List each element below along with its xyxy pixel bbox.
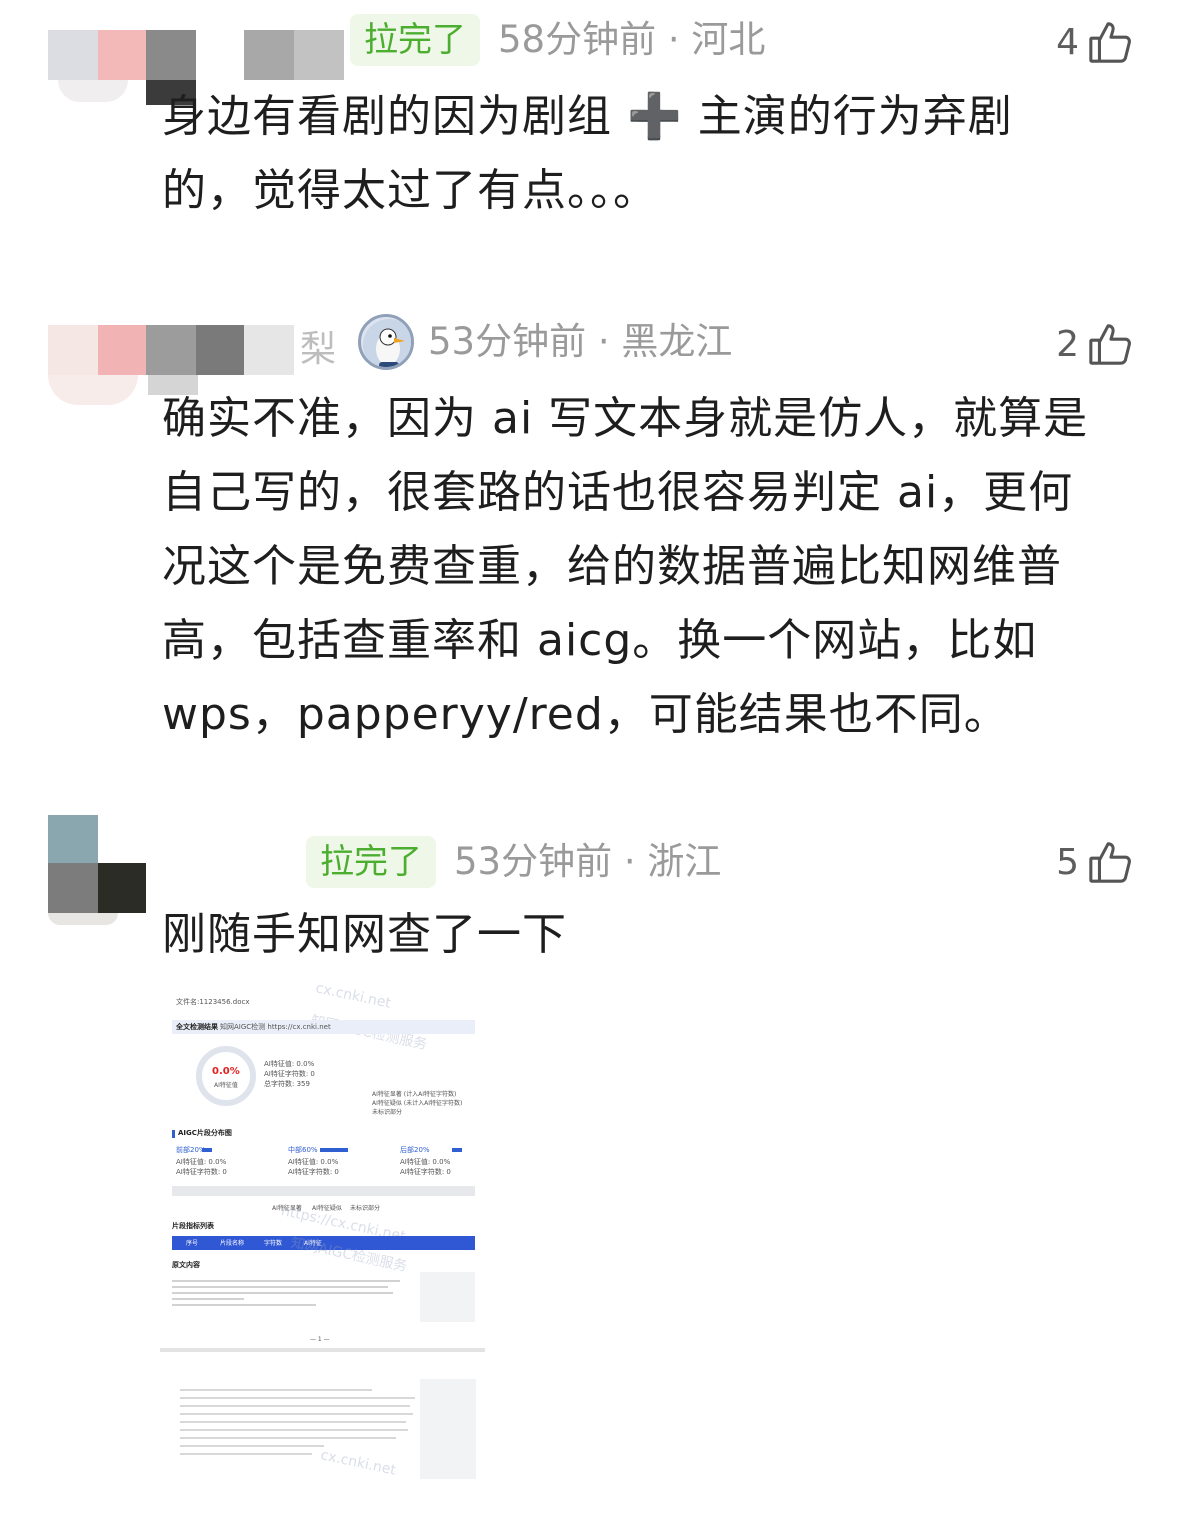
comment-time: 53分钟前 · 浙江: [454, 840, 722, 883]
comment-time: 53分钟前 · 黑龙江: [428, 320, 733, 363]
comment-meta: 53分钟前 · 黑龙江: [428, 312, 732, 372]
like-button[interactable]: 4: [1056, 12, 1133, 72]
like-count: 4: [1056, 21, 1079, 63]
comment-1: 拉完了 58分钟前 · 河北 4 身边有看剧的因为剧组 ➕ 主演的行为弃剧 的，…: [0, 0, 1179, 260]
like-count: 2: [1056, 323, 1079, 365]
like-button[interactable]: 2: [1056, 314, 1133, 374]
thumb-up-icon: [1089, 22, 1131, 63]
comment-2: 梨 53分钟前 · 黑龙江 2 确实不准，因为 ai 写文本身就是仿人，就算是 …: [0, 300, 1179, 780]
user-tag: 拉完了: [350, 14, 480, 66]
comment-time: 58分钟前 · 河北: [498, 18, 766, 61]
user-name-fragment[interactable]: 梨: [300, 320, 336, 372]
report-image[interactable]: 文件名:1123456.docx cx.cnki.net 知网AIGC检测服务 …: [160, 980, 485, 1352]
comment-text: 刚随手知网查了一下: [162, 909, 567, 960]
report-section-title: 全文检测结果: [176, 1023, 218, 1031]
report-image-page2[interactable]: cx.cnki.net: [160, 1375, 485, 1485]
comment-meta: 拉完了 58分钟前 · 河北: [350, 10, 765, 70]
comment-meta: 拉完了 53分钟前 · 浙江: [306, 832, 721, 892]
badge-icon: [358, 314, 414, 370]
thumb-up-icon: [1089, 842, 1131, 883]
like-button[interactable]: 5: [1056, 832, 1133, 892]
score-value: 0.0%: [212, 1066, 240, 1077]
avatar[interactable]: [48, 815, 148, 925]
user-tag: 拉完了: [306, 836, 436, 888]
like-count: 5: [1056, 841, 1079, 883]
comment-text: 身边有看剧的因为剧组 ➕ 主演的行为弃剧 的，觉得太过了有点。。。: [162, 91, 1013, 216]
thumb-up-icon: [1089, 324, 1131, 365]
comment-text: 确实不准，因为 ai 写文本身就是仿人，就算是 自己写的，很套路的话也很容易判定…: [162, 393, 1089, 740]
